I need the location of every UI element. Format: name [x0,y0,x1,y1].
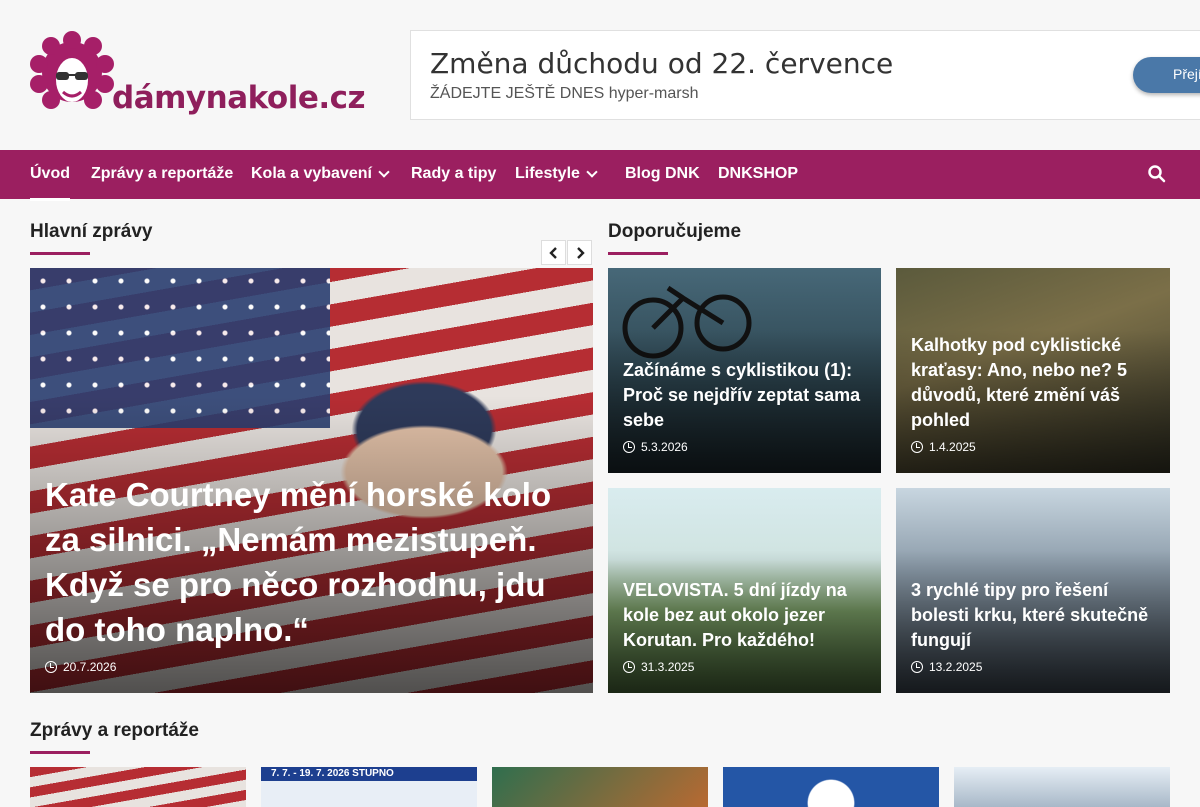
chevron-down-icon [378,166,390,178]
logo-text: dámynakole.cz [112,80,366,116]
nav-item-uvod[interactable]: Úvod [30,165,70,201]
section-title-news: Zprávy a reportáže [30,720,199,741]
chevron-down-icon [586,166,598,178]
news-thumbnail[interactable]: 7. 7. - 19. 7. 2026 STUPNO [261,767,477,807]
article-date-text: 5.3.2026 [641,440,688,454]
nav-label: Úvod [30,165,70,182]
clock-icon [45,661,57,673]
nav-label: DNKSHOP [718,165,799,182]
section-underline [30,751,90,754]
nav-item-kola[interactable]: Kola a vybavení [251,165,390,183]
nav-label: Zprávy a reportáže [91,165,234,182]
article-date: 20.7.2026 [45,660,116,674]
clock-icon [911,661,923,673]
article-date: 1.4.2025 [911,440,976,454]
clock-icon [911,441,923,453]
article-date-text: 20.7.2026 [63,660,117,674]
search-icon[interactable] [1148,165,1166,183]
recommended-card[interactable]: VELOVISTA. 5 dní jízdy na kole bez aut o… [608,488,881,693]
article-date-text: 13.2.2025 [929,660,983,674]
thumbnail-banner: 7. 7. - 19. 7. 2026 STUPNO [261,767,477,781]
recommended-title[interactable]: VELOVISTA. 5 dní jízdy na kole bez aut o… [623,578,871,653]
section-title-main: Hlavní zprávy [30,221,153,242]
news-thumbnail[interactable] [492,767,708,807]
recommended-card[interactable]: Kalhotky pod cyklistické kraťasy: Ano, n… [896,268,1170,473]
next-slide-button[interactable] [567,240,592,265]
site-logo[interactable]: dámynakole.cz [30,30,366,122]
nav-item-shop[interactable]: DNKSHOP [718,165,798,183]
news-thumbnail[interactable] [954,767,1170,807]
nav-label: Kola a vybavení [251,165,372,182]
main-article-title[interactable]: Kate Courtney mění horské kolo za silnic… [45,472,575,652]
chevron-right-icon [576,246,585,259]
nav-item-lifestyle[interactable]: Lifestyle [515,165,598,183]
section-title-recommended: Doporučujeme [608,221,742,242]
clock-icon [623,661,635,673]
logo-lady-icon [30,31,114,109]
recommended-title[interactable]: 3 rychlé tipy pro řešení bolesti krku, k… [911,578,1159,653]
article-date: 5.3.2026 [623,440,688,454]
article-date-text: 31.3.2025 [641,660,695,674]
news-thumbnail[interactable] [30,767,246,807]
article-date: 31.3.2025 [623,660,694,674]
chevron-left-icon [548,246,557,259]
main-article-card[interactable]: Kate Courtney mění horské kolo za silnic… [30,268,593,693]
nav-item-blog[interactable]: Blog DNK [625,165,700,183]
nav-label: Lifestyle [515,165,580,182]
nav-label: Blog DNK [625,165,700,182]
prev-slide-button[interactable] [541,240,566,265]
clock-icon [623,441,635,453]
section-underline [30,252,90,255]
news-thumbnail[interactable] [723,767,939,807]
nav-item-zpravy[interactable]: Zprávy a reportáže [91,165,233,183]
site-header: dámynakole.cz Změna důchodu od 22. červe… [0,0,1200,150]
article-date-text: 1.4.2025 [929,440,976,454]
nav-item-rady[interactable]: Rady a tipy [411,165,496,183]
nav-label: Rady a tipy [411,165,497,182]
ad-banner[interactable]: Změna důchodu od 22. července ŽÁDEJTE JE… [410,30,1200,120]
recommended-card[interactable]: Začínáme s cyklistikou (1): Proč se nejd… [608,268,881,473]
section-underline [608,252,668,255]
ad-title[interactable]: Změna důchodu od 22. července [430,47,893,80]
ad-subtitle: ŽÁDEJTE JEŠTĚ DNES hyper-marsh [430,85,699,102]
recommended-card[interactable]: 3 rychlé tipy pro řešení bolesti krku, k… [896,488,1170,693]
article-date: 13.2.2025 [911,660,982,674]
recommended-title[interactable]: Kalhotky pod cyklistické kraťasy: Ano, n… [911,333,1159,433]
ad-button[interactable]: Přejít [1133,57,1200,93]
recommended-title[interactable]: Začínáme s cyklistikou (1): Proč se nejd… [623,358,871,433]
